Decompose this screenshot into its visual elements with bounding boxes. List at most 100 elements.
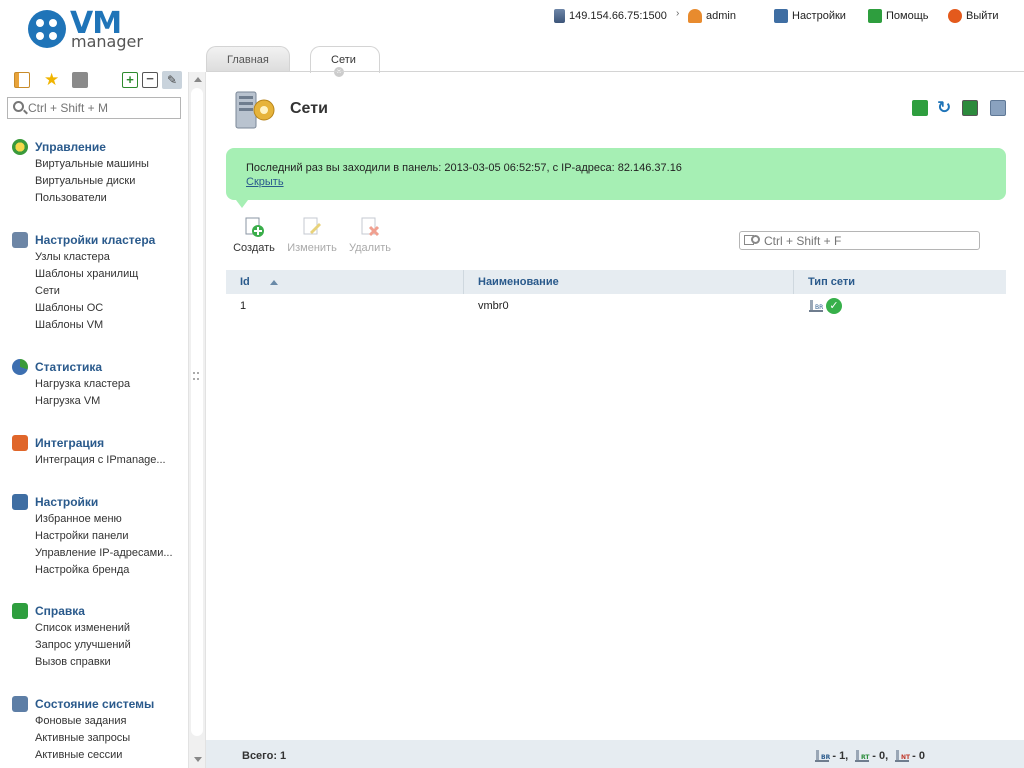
scroll-up-arrow-icon[interactable] <box>194 77 202 82</box>
hide-notice-link[interactable]: Скрыть <box>246 176 284 188</box>
sort-ascending-icon <box>270 280 278 285</box>
sidebar-item-background-tasks[interactable]: Фоновые задания <box>35 713 185 730</box>
column-header-network-type[interactable]: Тип сети <box>794 270 1006 294</box>
host-link[interactable]: 149.154.66.75:1500 <box>554 7 667 25</box>
sidebar-item-virtual-disks[interactable]: Виртуальные диски <box>35 173 185 190</box>
scroll-thumb[interactable] <box>191 88 203 736</box>
sidebar-item-cluster-load[interactable]: Нагрузка кластера <box>35 376 185 393</box>
host-address: 149.154.66.75:1500 <box>569 10 667 22</box>
management-icon <box>12 139 28 155</box>
group-integration-title[interactable]: Интеграция <box>12 434 184 452</box>
expand-all-icon[interactable]: + <box>122 72 138 88</box>
delete-document-icon <box>359 216 381 238</box>
export-excel-icon[interactable] <box>962 100 978 116</box>
sidebar-item-brand-settings[interactable]: Настройка бренда <box>35 562 185 579</box>
sidebar-toolbar: ★ + − ✎ <box>14 71 184 90</box>
tree-view-icon[interactable] <box>14 72 30 88</box>
help-icon <box>868 9 882 23</box>
sidebar-item-favorite-menu[interactable]: Избранное меню <box>35 511 185 528</box>
user-icon <box>688 9 702 23</box>
pie-chart-icon <box>12 359 28 375</box>
sidebar-item-vm-templates[interactable]: Шаблоны VM <box>35 317 185 334</box>
sidebar-item-active-sessions[interactable]: Активные сессии <box>35 747 185 764</box>
group-title-label: Интеграция <box>35 436 105 450</box>
group-system-status-title[interactable]: Состояние системы <box>12 695 184 713</box>
menu-search-input[interactable] <box>28 98 178 118</box>
table-header: Id Наименование Тип сети <box>226 270 1006 294</box>
sidebar-item-cluster-nodes[interactable]: Узлы кластера <box>35 249 185 266</box>
sidebar-scrollbar[interactable] <box>188 72 206 768</box>
column-header-name[interactable]: Наименование <box>464 270 794 294</box>
help-icon[interactable] <box>912 100 928 116</box>
sidebar-item-users[interactable]: Пользователи <box>35 190 185 207</box>
stat-nt: - 0 <box>912 750 925 762</box>
delete-label: Удалить <box>349 242 391 254</box>
panel-splitter-handle[interactable] <box>193 372 199 380</box>
grid-search-field[interactable] <box>739 231 980 250</box>
monitor-settings-icon <box>12 494 28 510</box>
stat-rt: - 0, <box>872 750 889 762</box>
router-rt-icon: RT <box>854 748 871 764</box>
network-server-icon <box>232 86 278 132</box>
refresh-icon[interactable]: ↻ <box>937 99 953 116</box>
sidebar-item-changelog[interactable]: Список изменений <box>35 620 185 637</box>
group-statistics: Статистика Нагрузка кластера Нагрузка VM <box>12 358 184 410</box>
group-settings-title[interactable]: Настройки <box>12 493 184 511</box>
scroll-down-arrow-icon[interactable] <box>194 757 202 762</box>
column-header-label: Id <box>240 276 250 288</box>
sidebar-item-call-help[interactable]: Вызов справки <box>35 654 185 671</box>
grid-search-input[interactable] <box>764 232 974 249</box>
sidebar-item-ipmanager-integration[interactable]: Интеграция с IPmanage... <box>35 452 185 469</box>
group-integration: Интеграция Интеграция с IPmanage... <box>12 434 184 469</box>
group-management-title[interactable]: Управление <box>12 138 184 156</box>
menu-search-field[interactable] <box>7 97 181 119</box>
help-link[interactable]: Помощь <box>868 7 929 25</box>
sidebar-item-os-templates[interactable]: Шаблоны ОС <box>35 300 185 317</box>
column-header-label: Наименование <box>478 276 559 288</box>
sidebar-item-active-requests[interactable]: Активные запросы <box>35 730 185 747</box>
group-title-label: Управление <box>35 140 106 154</box>
table-settings-icon[interactable] <box>990 100 1006 116</box>
table-row[interactable]: 1 vmbr0 BR ✓ <box>226 294 1006 318</box>
sidebar-item-vm-load[interactable]: Нагрузка VM <box>35 393 185 410</box>
puzzle-icon <box>12 435 28 451</box>
user-name: admin <box>706 10 736 22</box>
check-icon: ✓ <box>826 298 842 314</box>
exit-link[interactable]: Выйти <box>948 7 999 25</box>
stat-br: - 1, <box>832 750 849 762</box>
sidebar-item-feature-request[interactable]: Запрос улучшений <box>35 637 185 654</box>
group-cluster-settings-title[interactable]: Настройки кластера <box>12 231 184 249</box>
create-button[interactable]: Создать <box>226 216 282 254</box>
help-label: Помощь <box>886 10 929 22</box>
favorites-star-icon[interactable]: ★ <box>44 71 60 88</box>
main-content: Сети ↻ Последний раз вы заходили в панел… <box>206 72 1024 768</box>
group-cluster-settings: Настройки кластера Узлы кластера Шаблоны… <box>12 231 184 334</box>
edit-button[interactable]: Изменить <box>284 216 340 254</box>
column-header-id[interactable]: Id <box>226 270 464 294</box>
settings-link[interactable]: Настройки <box>774 7 846 25</box>
cell-name: vmbr0 <box>478 300 509 312</box>
delete-button[interactable]: Удалить <box>342 216 398 254</box>
group-help-title[interactable]: Справка <box>12 602 184 620</box>
search-icon <box>13 101 24 112</box>
vmmanager-logo[interactable]: VM manager <box>28 6 148 52</box>
sidebar-item-storage-templates[interactable]: Шаблоны хранилищ <box>35 266 185 283</box>
group-statistics-title[interactable]: Статистика <box>12 358 184 376</box>
pin-icon[interactable]: ✎ <box>162 71 182 89</box>
sidebar-item-networks[interactable]: Сети <box>35 283 185 300</box>
tab-networks[interactable]: Сети× <box>310 46 380 78</box>
last-login-notice: Последний раз вы заходили в панель: 2013… <box>226 148 1006 200</box>
clipboard-icon[interactable] <box>72 72 88 88</box>
collapse-all-icon[interactable]: − <box>142 72 158 88</box>
user-link[interactable]: admin <box>688 7 736 25</box>
group-title-label: Настройки <box>35 495 99 509</box>
tab-home[interactable]: Главная <box>206 46 290 72</box>
sidebar-item-ip-management[interactable]: Управление IP-адресами... <box>35 545 185 562</box>
sidebar-item-panel-settings[interactable]: Настройки панели <box>35 528 185 545</box>
cell-id: 1 <box>240 300 247 312</box>
svg-text:BR: BR <box>821 754 830 761</box>
sidebar-item-virtual-machines[interactable]: Виртуальные машины <box>35 156 185 173</box>
column-header-label: Тип сети <box>808 276 856 288</box>
logo-circle-icon <box>28 10 66 48</box>
group-settings: Настройки Избранное меню Настройки панел… <box>12 493 184 579</box>
